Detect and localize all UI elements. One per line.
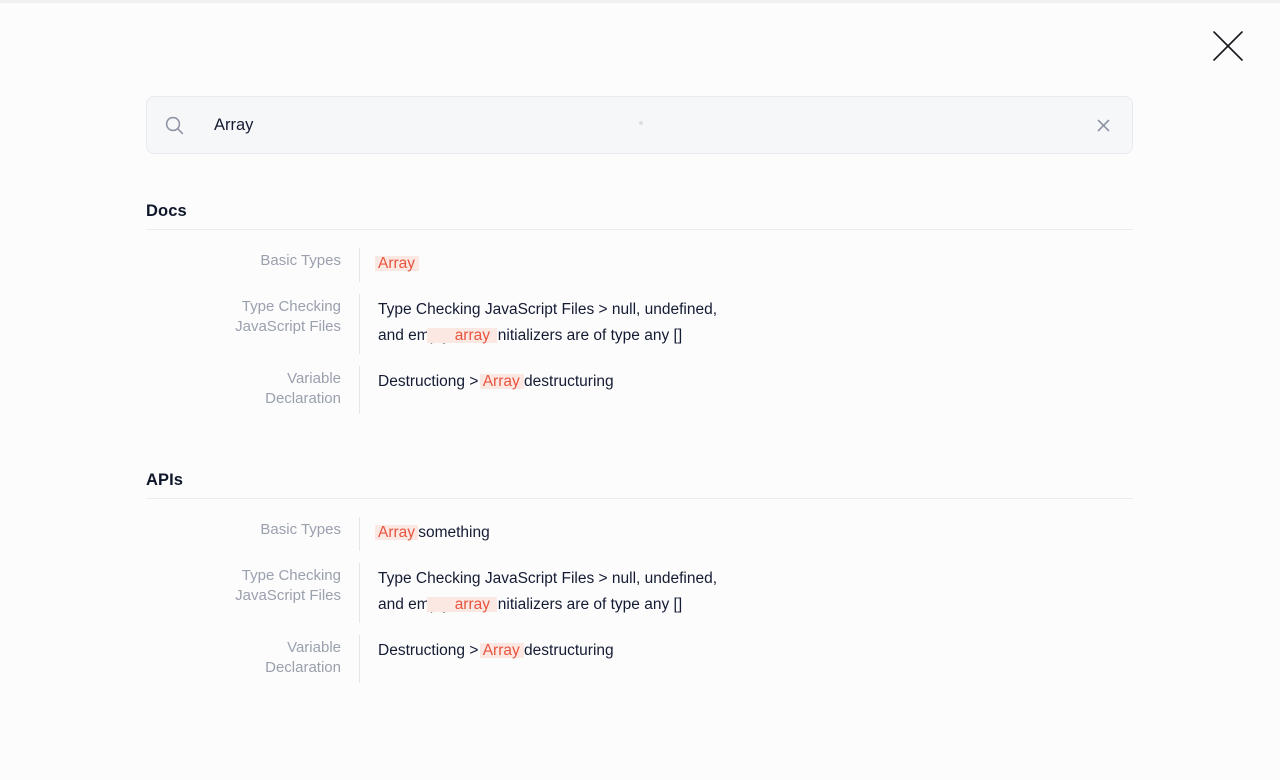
result-row[interactable]: Type Checking JavaScript FilesType Check… (146, 563, 1133, 623)
results-section-apis: APIsBasic TypesArray.somethingType Check… (146, 471, 1133, 683)
result-category-label: Variable Declaration (146, 366, 359, 414)
result-row[interactable]: Basic Types Array (146, 248, 1133, 282)
search-input[interactable] (214, 97, 1091, 153)
result-text-segment: initializers are of type any [] (490, 596, 682, 613)
result-row[interactable]: Variable DeclarationDestructiong > Array… (146, 635, 1133, 683)
match-highlight: Array (378, 255, 415, 272)
clear-search-button[interactable] (1091, 113, 1116, 138)
result-text: Array.something (359, 517, 490, 551)
result-category-label: Type Checking JavaScript Files (146, 294, 359, 354)
result-text-segment: destructuring (520, 373, 614, 390)
result-text: Array (359, 248, 415, 282)
top-edge-divider (0, 0, 1280, 3)
result-text: Destructiong > Array destructuring (359, 366, 614, 414)
result-text-segment: .something (414, 524, 490, 541)
result-category-label: Variable Declaration (146, 635, 359, 683)
result-category-label: Basic Types (146, 517, 359, 551)
result-text-segment: initializers are of type any [] (490, 327, 682, 344)
result-category-label: Type Checking JavaScript Files (146, 563, 359, 623)
match-highlight: Array (483, 642, 520, 659)
section-title: APIs (146, 471, 1133, 499)
result-text: Destructiong > Array destructuring (359, 635, 614, 683)
search-icon (164, 115, 185, 136)
results-list: Basic TypesArray.somethingType Checking … (146, 517, 1133, 683)
section-title: Docs (146, 202, 1133, 230)
close-icon (1211, 29, 1245, 63)
match-highlight: Array (483, 373, 520, 390)
close-button[interactable] (1209, 27, 1247, 65)
result-text: Type Checking JavaScript Files > null, u… (359, 294, 717, 354)
result-row[interactable]: Basic TypesArray.something (146, 517, 1133, 551)
search-modal-content: Docs Basic Types Array Type Checking JavaSc… (146, 96, 1133, 695)
result-text-segment: Destructiong > (378, 642, 483, 659)
results-list: Basic Types Array Type Checking JavaScript… (146, 248, 1133, 414)
match-highlight: array (455, 327, 490, 344)
result-row[interactable]: Variable DeclarationDestructiong > Array… (146, 366, 1133, 414)
result-row[interactable]: Type Checking JavaScript FilesType Check… (146, 294, 1133, 354)
result-text-segment: Destructiong > (378, 373, 483, 390)
result-category-label: Basic Types (146, 248, 359, 282)
search-bar[interactable] (146, 96, 1133, 154)
match-highlight: Array (378, 524, 414, 541)
results-section-docs: Docs Basic Types Array Type Checking JavaSc… (146, 202, 1133, 414)
clear-icon (1095, 117, 1112, 134)
result-text: Type Checking JavaScript Files > null, u… (359, 563, 717, 623)
match-highlight: array (455, 596, 490, 613)
search-results: Docs Basic Types Array Type Checking JavaSc… (146, 202, 1133, 683)
cursor-dot (639, 121, 643, 125)
result-text-segment: destructuring (520, 642, 614, 659)
